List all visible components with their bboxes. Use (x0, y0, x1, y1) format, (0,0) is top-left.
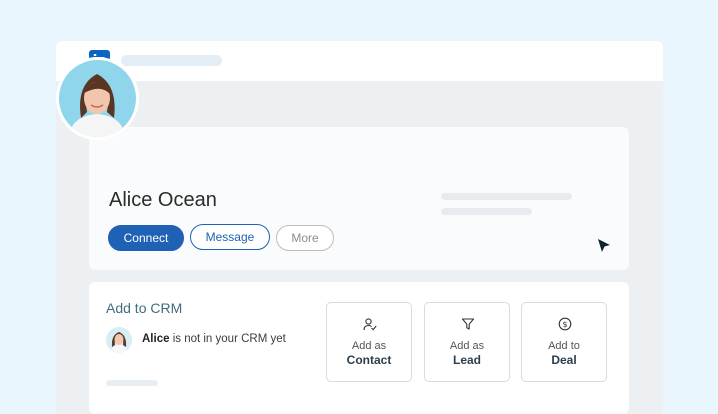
connect-button[interactable]: Connect (108, 225, 184, 251)
placeholder-line (106, 380, 158, 386)
profile-avatar[interactable] (56, 57, 139, 140)
placeholder-line (441, 208, 532, 215)
contact-avatar (106, 327, 132, 353)
crm-status-text: Alice is not in your CRM yet (142, 333, 286, 345)
add-as-lead-button[interactable]: Add as Lead (424, 302, 510, 382)
tile-line2: Deal (551, 353, 577, 367)
message-button[interactable]: Message (190, 224, 270, 250)
profile-name: Alice Ocean (109, 189, 217, 211)
linkedin-window: in Alice Ocean Connect Message More Add … (56, 41, 663, 414)
tile-line1: Add to (548, 340, 580, 352)
search-bar-placeholder[interactable] (121, 55, 222, 66)
add-to-deal-button[interactable]: $ Add to Deal (521, 302, 607, 382)
tile-line2: Lead (452, 353, 481, 367)
crm-panel: Add to CRM Alice is not in your CRM yet … (89, 282, 629, 414)
top-bar: in (56, 41, 663, 81)
tile-line2: Contact (346, 353, 392, 367)
placeholder-line (441, 193, 572, 200)
svg-text:$: $ (562, 320, 567, 329)
funnel-icon (461, 318, 475, 330)
contact-name: Alice (142, 333, 170, 345)
mouse-cursor-icon (598, 239, 610, 252)
profile-card: Alice Ocean Connect Message More (89, 127, 629, 270)
add-as-contact-button[interactable]: Add as Contact (326, 302, 412, 382)
crm-title: Add to CRM (106, 300, 183, 316)
dollar-circle-icon: $ (558, 317, 572, 331)
tile-line1: Add as (351, 340, 387, 352)
tile-line1: Add as (449, 340, 485, 352)
user-check-icon (363, 318, 377, 331)
more-button[interactable]: More (276, 225, 334, 251)
